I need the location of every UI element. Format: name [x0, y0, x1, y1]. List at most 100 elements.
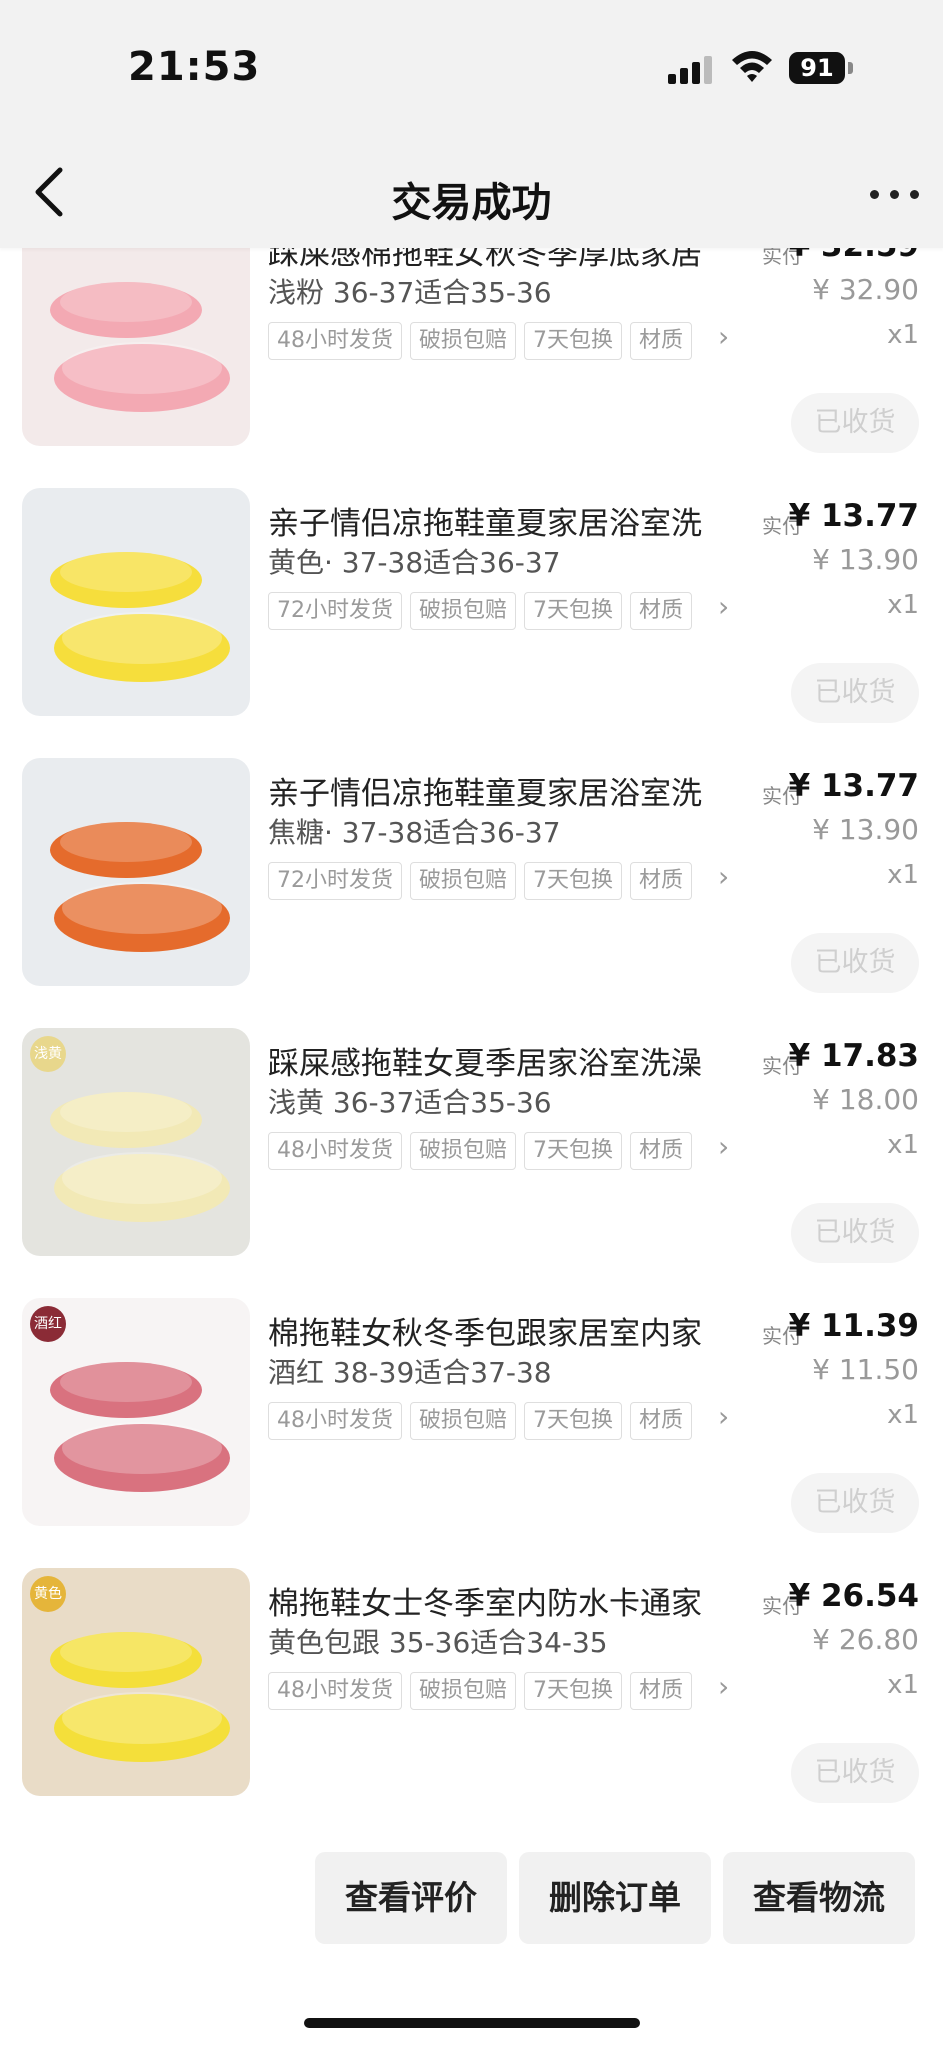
service-tag: 破损包赔: [410, 322, 517, 360]
more-options-icon[interactable]: [864, 176, 924, 212]
order-item[interactable]: 浅黄 踩屎感拖鞋女夏季居家浴室洗澡 浅黄 36-37适合35-36 48小时发货…: [0, 1028, 943, 1298]
quantity: x1: [887, 590, 919, 620]
navigation-bar: 交易成功: [0, 140, 943, 248]
quantity: x1: [887, 1670, 919, 1700]
product-image[interactable]: [22, 488, 250, 716]
quantity: x1: [887, 1400, 919, 1430]
status-bar: 21:53 91: [0, 0, 943, 140]
chevron-right-icon[interactable]: ›: [718, 860, 729, 893]
battery-indicator: 91: [789, 52, 845, 84]
product-title[interactable]: 亲子情侣凉拖鞋童夏家居浴室洗: [268, 498, 738, 543]
order-actions: 查看评价 删除订单 查看物流: [0, 1852, 943, 1944]
quantity: x1: [887, 320, 919, 350]
product-spec: 焦糖· 37-38适合36-37: [268, 816, 561, 849]
view-review-button[interactable]: 查看评价: [315, 1852, 507, 1944]
service-tag: 7天包换: [524, 1132, 623, 1170]
service-tag: 破损包赔: [410, 1132, 517, 1170]
service-tag: 48小时发货: [268, 1132, 402, 1170]
received-status-button: 已收货: [791, 663, 919, 723]
service-tag: 破损包赔: [410, 1672, 517, 1710]
home-indicator: [304, 2018, 640, 2028]
original-price: ¥ 11.50: [812, 1353, 919, 1386]
slipper-illustration: [50, 282, 230, 412]
product-image[interactable]: [22, 218, 250, 446]
slipper-illustration: [50, 552, 230, 682]
cellular-signal-icon: [668, 54, 714, 84]
delete-order-button[interactable]: 删除订单: [519, 1852, 711, 1944]
service-tag: 材质: [630, 592, 693, 630]
real-price: ¥ 13.77: [788, 768, 919, 804]
service-tag: 材质: [630, 862, 693, 900]
product-spec: 黄色· 37-38适合36-37: [268, 546, 561, 579]
product-title[interactable]: 亲子情侣凉拖鞋童夏家居浴室洗: [268, 768, 738, 813]
received-status-button: 已收货: [791, 393, 919, 453]
product-spec: 黄色包跟 35-36适合34-35: [268, 1626, 608, 1659]
product-title[interactable]: 棉拖鞋女士冬季室内防水卡通家: [268, 1578, 738, 1623]
page-title: 交易成功: [391, 180, 552, 226]
real-price: ¥ 26.54: [788, 1578, 919, 1614]
original-price: ¥ 32.90: [812, 273, 919, 306]
order-item[interactable]: 踩屎感棉拖鞋女秋冬季厚底家居 浅粉 36-37适合35-36 48小时发货 破损包…: [0, 218, 943, 488]
product-title[interactable]: 踩屎感拖鞋女夏季居家浴室洗澡: [268, 1038, 738, 1083]
service-tags: 48小时发货 破损包赔 7天包换 材质: [268, 322, 738, 362]
status-time: 21:53: [128, 44, 261, 90]
real-price: ¥ 13.77: [788, 498, 919, 534]
service-tag: 材质: [630, 1672, 693, 1710]
variant-badge: 浅黄: [30, 1036, 66, 1072]
service-tag: 48小时发货: [268, 322, 402, 360]
service-tag: 7天包换: [524, 1402, 623, 1440]
service-tag: 48小时发货: [268, 1672, 402, 1710]
product-image[interactable]: [22, 758, 250, 986]
product-title[interactable]: 棉拖鞋女秋冬季包跟家居室内家: [268, 1308, 738, 1353]
service-tag: 7天包换: [524, 862, 623, 900]
original-price: ¥ 13.90: [812, 813, 919, 846]
order-item[interactable]: 亲子情侣凉拖鞋童夏家居浴室洗 黄色· 37-38适合36-37 72小时发货 破损…: [0, 488, 943, 758]
wifi-icon: [732, 51, 772, 82]
service-tag: 72小时发货: [268, 862, 402, 900]
product-image[interactable]: 酒红: [22, 1298, 250, 1526]
service-tag: 破损包赔: [410, 1402, 517, 1440]
original-price: ¥ 18.00: [812, 1083, 919, 1116]
service-tag: 材质: [630, 1132, 693, 1170]
variant-badge: 酒红: [30, 1306, 66, 1342]
service-tag: 7天包换: [524, 592, 623, 630]
real-price: ¥ 17.83: [788, 1038, 919, 1074]
chevron-right-icon[interactable]: ›: [718, 1400, 729, 1433]
product-image[interactable]: 浅黄: [22, 1028, 250, 1256]
chevron-right-icon[interactable]: ›: [718, 590, 729, 623]
product-image[interactable]: 黄色: [22, 1568, 250, 1796]
received-status-button: 已收货: [791, 1203, 919, 1263]
quantity: x1: [887, 1130, 919, 1160]
received-status-button: 已收货: [791, 1473, 919, 1533]
slipper-illustration: [50, 822, 230, 952]
service-tag: 破损包赔: [410, 862, 517, 900]
original-price: ¥ 26.80: [812, 1623, 919, 1656]
order-item[interactable]: 酒红 棉拖鞋女秋冬季包跟家居室内家 酒红 38-39适合37-38 48小时发货…: [0, 1298, 943, 1568]
service-tag: 48小时发货: [268, 1402, 402, 1440]
service-tags: 48小时发货 破损包赔 7天包换 材质: [268, 1402, 738, 1442]
view-logistics-button[interactable]: 查看物流: [723, 1852, 915, 1944]
battery-tip: [848, 62, 853, 74]
chevron-right-icon[interactable]: ›: [718, 1670, 729, 1703]
service-tags: 72小时发货 破损包赔 7天包换 材质: [268, 592, 738, 632]
variant-badge: 黄色: [30, 1576, 66, 1612]
service-tag: 破损包赔: [410, 592, 517, 630]
service-tags: 72小时发货 破损包赔 7天包换 材质: [268, 862, 738, 902]
quantity: x1: [887, 860, 919, 890]
product-spec: 酒红 38-39适合37-38: [268, 1356, 552, 1389]
service-tag: 72小时发货: [268, 592, 402, 630]
service-tag: 7天包换: [524, 322, 623, 360]
original-price: ¥ 13.90: [812, 543, 919, 576]
chevron-right-icon[interactable]: ›: [718, 1130, 729, 1163]
real-price: ¥ 11.39: [788, 1308, 919, 1344]
order-item[interactable]: 亲子情侣凉拖鞋童夏家居浴室洗 焦糖· 37-38适合36-37 72小时发货 破损…: [0, 758, 943, 1028]
chevron-right-icon[interactable]: ›: [718, 320, 729, 353]
service-tags: 48小时发货 破损包赔 7天包换 材质: [268, 1672, 738, 1712]
product-spec: 浅黄 36-37适合35-36: [268, 1086, 552, 1119]
received-status-button: 已收货: [791, 933, 919, 993]
service-tag: 材质: [630, 1402, 693, 1440]
order-item[interactable]: 黄色 棉拖鞋女士冬季室内防水卡通家 黄色包跟 35-36适合34-35 48小时…: [0, 1568, 943, 1838]
product-spec: 浅粉 36-37适合35-36: [268, 276, 552, 309]
service-tag: 材质: [630, 322, 693, 360]
received-status-button: 已收货: [791, 1743, 919, 1803]
